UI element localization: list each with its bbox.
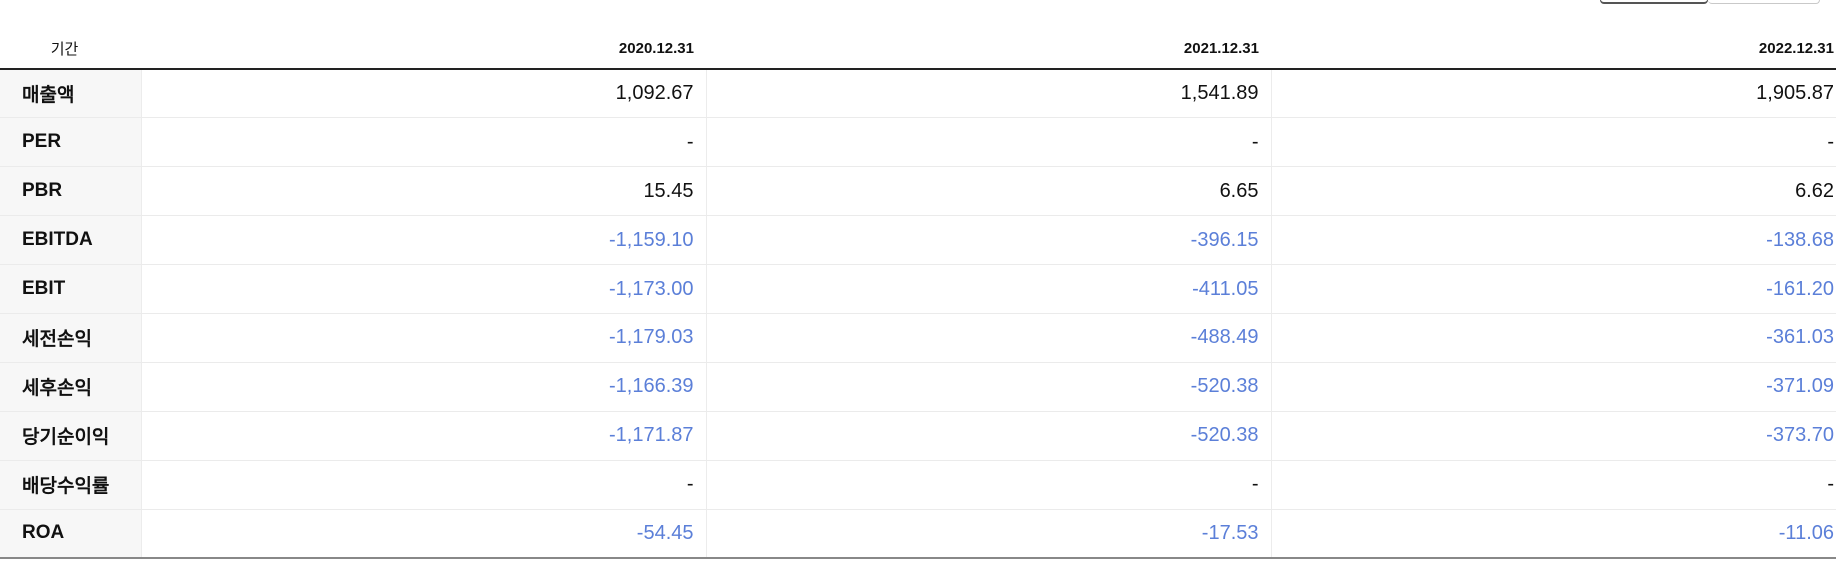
table-row-net-income: 당기순이익 -1,171.87 -520.38 -373.70 bbox=[0, 411, 1836, 461]
value-cell: 6.65 bbox=[706, 166, 1272, 217]
value-cell: 15.45 bbox=[141, 166, 707, 217]
table-row-after-tax-income: 세후손익 -1,166.39 -520.38 -371.09 bbox=[0, 362, 1836, 412]
row-label: EBIT bbox=[0, 264, 142, 314]
value-cell: -361.03 bbox=[1271, 312, 1836, 363]
value-cell: 1,092.67 bbox=[141, 69, 707, 119]
row-label: 배당수익률 bbox=[0, 460, 142, 510]
toggle-option-active[interactable] bbox=[1600, 0, 1708, 4]
table-row-roa: ROA -54.45 -17.53 -11.06 bbox=[0, 509, 1836, 559]
table-row-revenue: 매출액 1,092.67 1,541.89 1,905.87 bbox=[0, 69, 1836, 119]
value-cell: -161.20 bbox=[1271, 264, 1836, 314]
value-cell: -520.38 bbox=[706, 411, 1272, 461]
row-label: 매출액 bbox=[0, 69, 142, 119]
value-cell: -1,173.00 bbox=[141, 264, 707, 314]
value-cell: 6.62 bbox=[1271, 166, 1836, 217]
table-header-row: 기간 2020.12.31 2021.12.31 2022.12.31 bbox=[0, 28, 1836, 70]
row-label: PER bbox=[0, 117, 142, 168]
row-label: 세전손익 bbox=[0, 312, 142, 363]
table-row-per: PER - - - bbox=[0, 117, 1836, 168]
value-cell: -54.45 bbox=[141, 509, 707, 559]
value-cell: - bbox=[1271, 117, 1836, 168]
value-cell: -138.68 bbox=[1271, 215, 1836, 266]
value-cell: -371.09 bbox=[1271, 362, 1836, 412]
period-header-2021: 2021.12.31 bbox=[706, 28, 1271, 70]
financial-summary-table: 기간 2020.12.31 2021.12.31 2022.12.31 매출액 1… bbox=[0, 28, 1836, 559]
value-cell: - bbox=[706, 117, 1272, 168]
row-label: ROA bbox=[0, 509, 142, 559]
value-cell: 1,541.89 bbox=[706, 69, 1272, 119]
value-cell: -11.06 bbox=[1271, 509, 1836, 559]
row-label: 세후손익 bbox=[0, 362, 142, 412]
table-row-pretax-income: 세전손익 -1,179.03 -488.49 -361.03 bbox=[0, 312, 1836, 363]
period-header-2020: 2020.12.31 bbox=[141, 28, 706, 70]
value-cell: -1,171.87 bbox=[141, 411, 707, 461]
value-cell: -17.53 bbox=[706, 509, 1272, 559]
value-cell: -488.49 bbox=[706, 312, 1272, 363]
toggle-option-inactive[interactable] bbox=[1708, 0, 1820, 4]
value-cell: -1,179.03 bbox=[141, 312, 707, 363]
table-row-dividend-yield: 배당수익률 - - - bbox=[0, 460, 1836, 510]
row-label: 당기순이익 bbox=[0, 411, 142, 461]
period-header-2022: 2022.12.31 bbox=[1271, 28, 1836, 70]
value-cell: -373.70 bbox=[1271, 411, 1836, 461]
value-cell: -396.15 bbox=[706, 215, 1272, 266]
value-cell: -1,159.10 bbox=[141, 215, 707, 266]
period-header: 기간 bbox=[0, 28, 141, 70]
table-row-pbr: PBR 15.45 6.65 6.62 bbox=[0, 166, 1836, 217]
value-cell: - bbox=[141, 460, 707, 510]
row-label: PBR bbox=[0, 166, 142, 217]
view-toggle bbox=[1600, 0, 1836, 5]
table-row-ebit: EBIT -1,173.00 -411.05 -161.20 bbox=[0, 264, 1836, 314]
row-label: EBITDA bbox=[0, 215, 142, 266]
value-cell: - bbox=[706, 460, 1272, 510]
table-row-ebitda: EBITDA -1,159.10 -396.15 -138.68 bbox=[0, 215, 1836, 266]
value-cell: - bbox=[1271, 460, 1836, 510]
value-cell: -411.05 bbox=[706, 264, 1272, 314]
value-cell: 1,905.87 bbox=[1271, 69, 1836, 119]
value-cell: -520.38 bbox=[706, 362, 1272, 412]
value-cell: -1,166.39 bbox=[141, 362, 707, 412]
value-cell: - bbox=[141, 117, 707, 168]
